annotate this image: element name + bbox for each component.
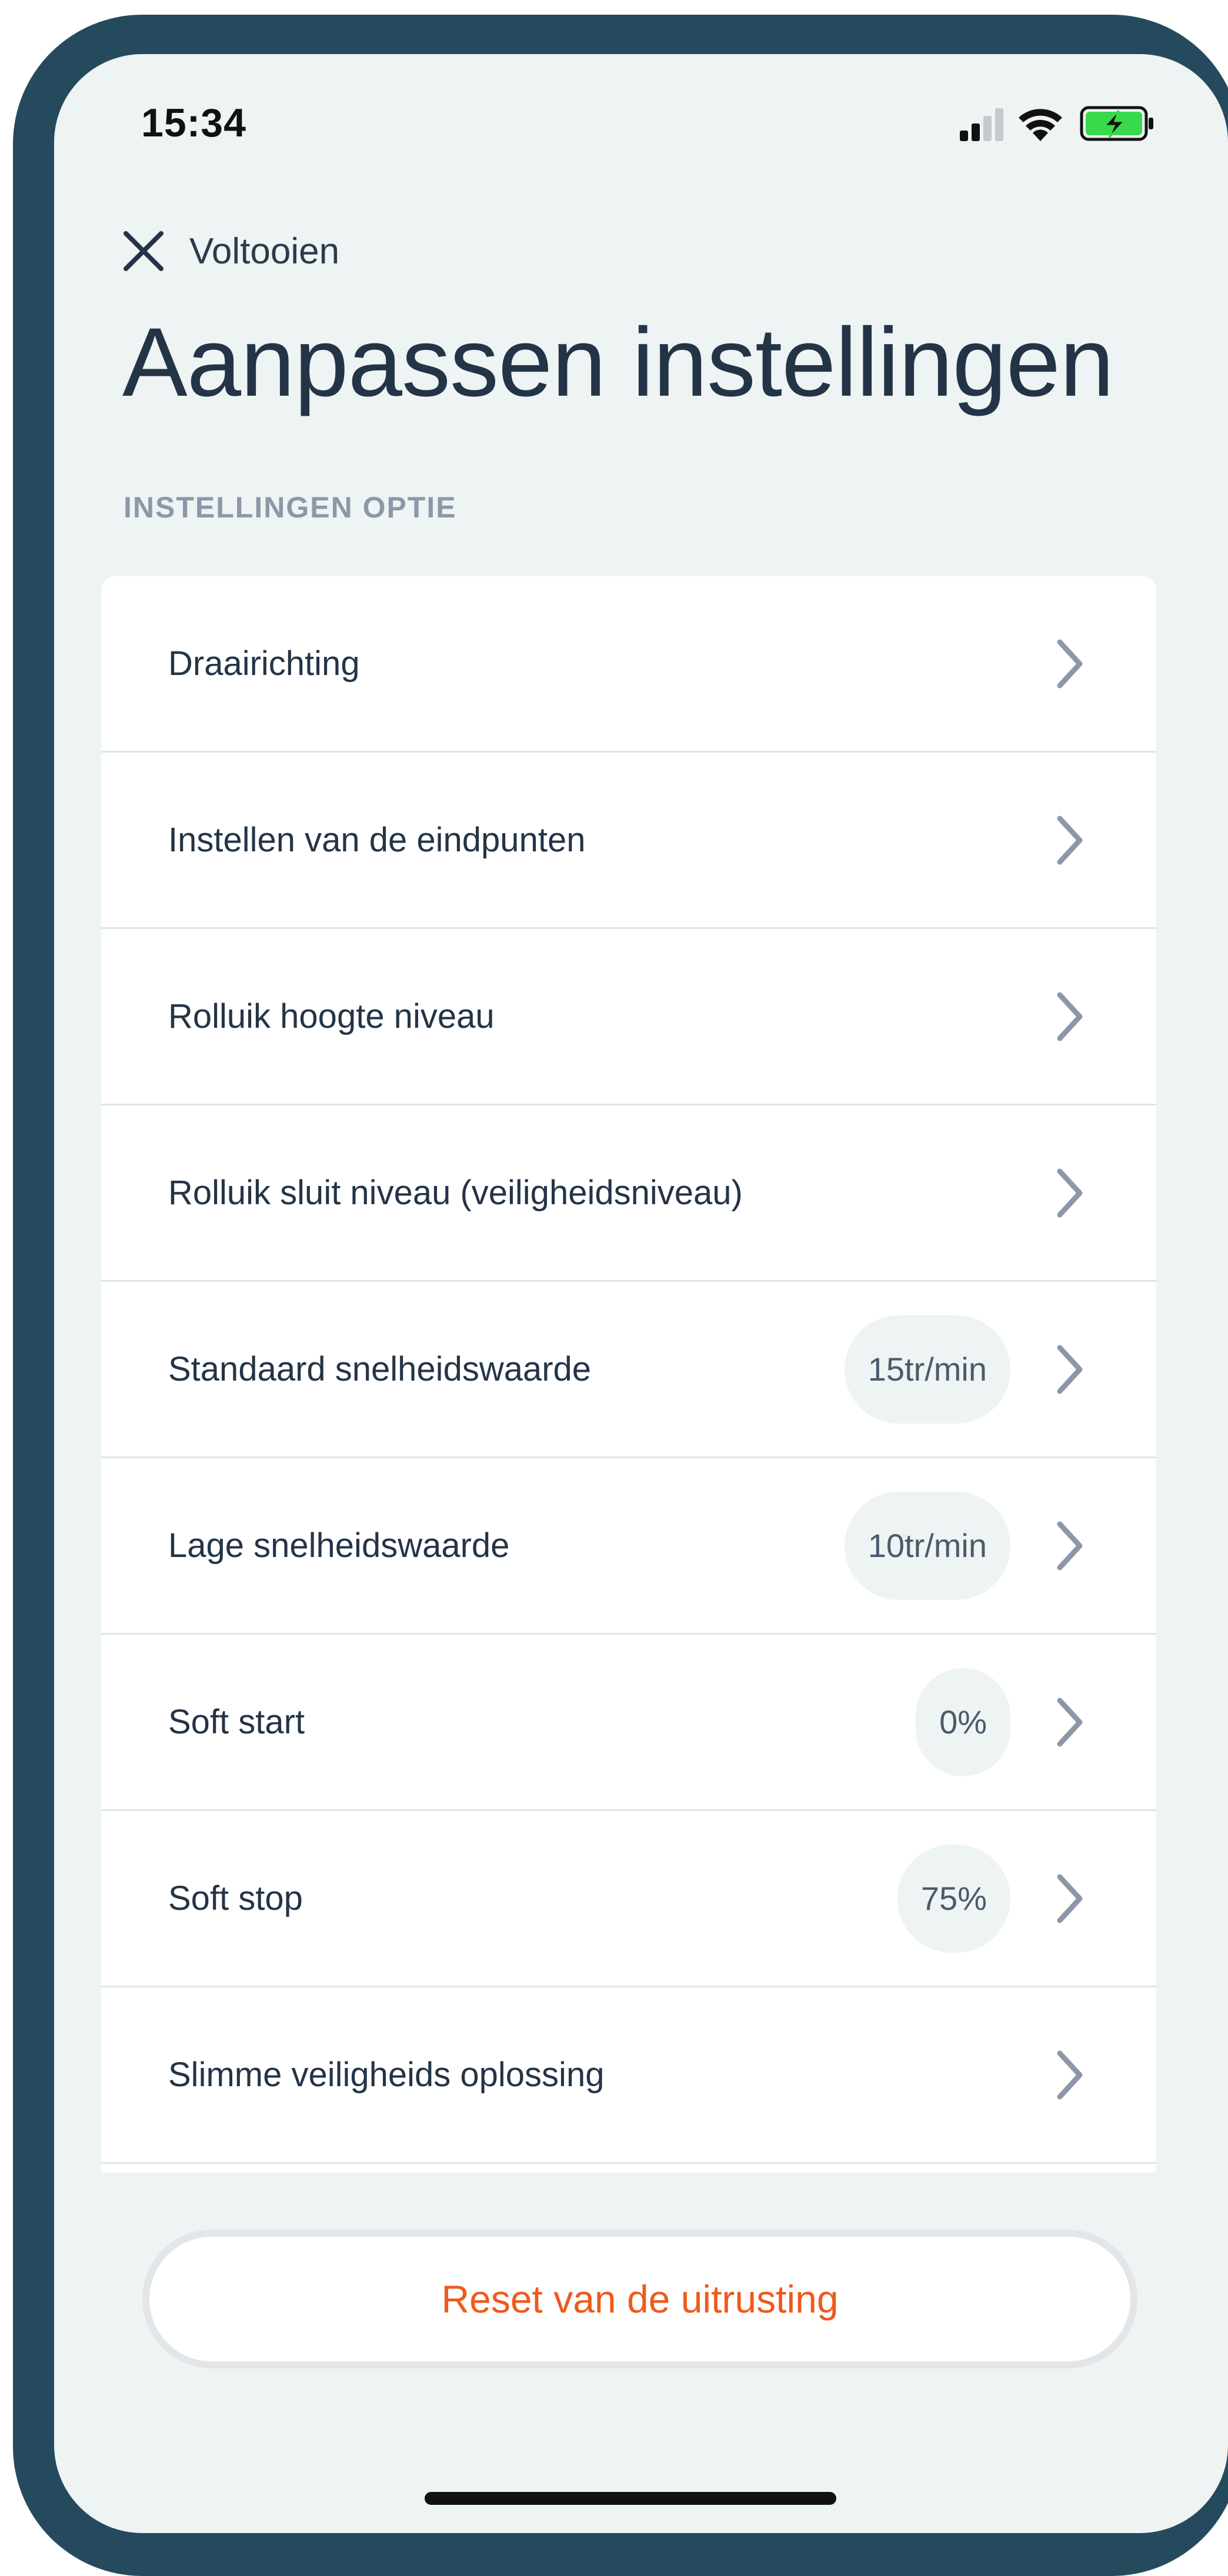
settings-item-label: Standaard snelheidswaarde bbox=[168, 1350, 592, 1388]
chevron-right-icon bbox=[1055, 1519, 1084, 1572]
chevron-right-icon bbox=[1055, 1696, 1084, 1749]
settings-item-label: Rolluik sluit niveau (veiligheidsniveau) bbox=[168, 1174, 743, 1212]
settings-item-value-badge: 75% bbox=[897, 1844, 1010, 1953]
reset-button[interactable]: Reset van de uitrusting bbox=[142, 2230, 1137, 2368]
chevron-right-icon bbox=[1055, 637, 1084, 690]
wifi-icon bbox=[1019, 109, 1062, 141]
settings-item[interactable]: Soft start 0% bbox=[101, 1635, 1156, 1811]
settings-item[interactable]: Soft stop 75% bbox=[101, 1811, 1156, 1987]
settings-item-label: Lage snelheidswaarde bbox=[168, 1526, 510, 1565]
settings-item-label: Slimme veiligheids oplossing bbox=[168, 2056, 605, 2094]
section-label: INSTELLINGEN OPTIE bbox=[124, 491, 457, 524]
settings-item-value-badge: 10tr/min bbox=[844, 1491, 1010, 1600]
settings-item-value-badge: 15tr/min bbox=[844, 1315, 1010, 1424]
chevron-right-icon bbox=[1055, 2049, 1084, 2101]
settings-item-label: Soft start bbox=[168, 1703, 305, 1741]
status-time: 15:34 bbox=[141, 101, 246, 145]
home-indicator bbox=[425, 2492, 836, 2505]
settings-item[interactable]: Rolluik sluit niveau (veiligheidsniveau) bbox=[101, 1105, 1156, 1282]
settings-item[interactable]: Slimme veiligheids oplossing bbox=[101, 1987, 1156, 2164]
app-screen: 15:34 Voltooien Aanpassen instellingen I… bbox=[54, 54, 1228, 2533]
signal-icon bbox=[960, 108, 1003, 141]
settings-item[interactable]: Standaard snelheidswaarde 15tr/min bbox=[101, 1282, 1156, 1458]
close-icon bbox=[124, 231, 163, 271]
settings-item[interactable]: Instellen van de eindpunten bbox=[101, 753, 1156, 929]
settings-item-label: Rolluik hoogte niveau bbox=[168, 997, 495, 1035]
settings-item[interactable]: Rolluik hoogte niveau bbox=[101, 929, 1156, 1105]
settings-item[interactable]: Draairichting bbox=[101, 576, 1156, 753]
settings-item[interactable]: Lage snelheidswaarde 10tr/min bbox=[101, 1458, 1156, 1635]
chevron-right-icon bbox=[1055, 814, 1084, 867]
chevron-right-icon bbox=[1055, 990, 1084, 1043]
settings-item-value-badge: 0% bbox=[916, 1668, 1010, 1776]
settings-list: Draairichting Instellen van de eindpunten… bbox=[101, 576, 1156, 2173]
chevron-right-icon bbox=[1055, 1343, 1084, 1396]
chevron-right-icon bbox=[1055, 1872, 1084, 1925]
status-bar: 15:34 bbox=[54, 54, 1228, 183]
close-label: Voltooien bbox=[189, 230, 340, 272]
close-button[interactable]: Voltooien bbox=[122, 225, 339, 278]
settings-item-label: Instellen van de eindpunten bbox=[168, 821, 586, 859]
page-title: Aanpassen instellingen bbox=[122, 308, 1114, 417]
battery-charging-icon bbox=[1080, 106, 1153, 141]
chevron-right-icon bbox=[1055, 1167, 1084, 1219]
settings-item-label: Draairichting bbox=[168, 644, 360, 683]
settings-item-label: Soft stop bbox=[168, 1879, 303, 1917]
